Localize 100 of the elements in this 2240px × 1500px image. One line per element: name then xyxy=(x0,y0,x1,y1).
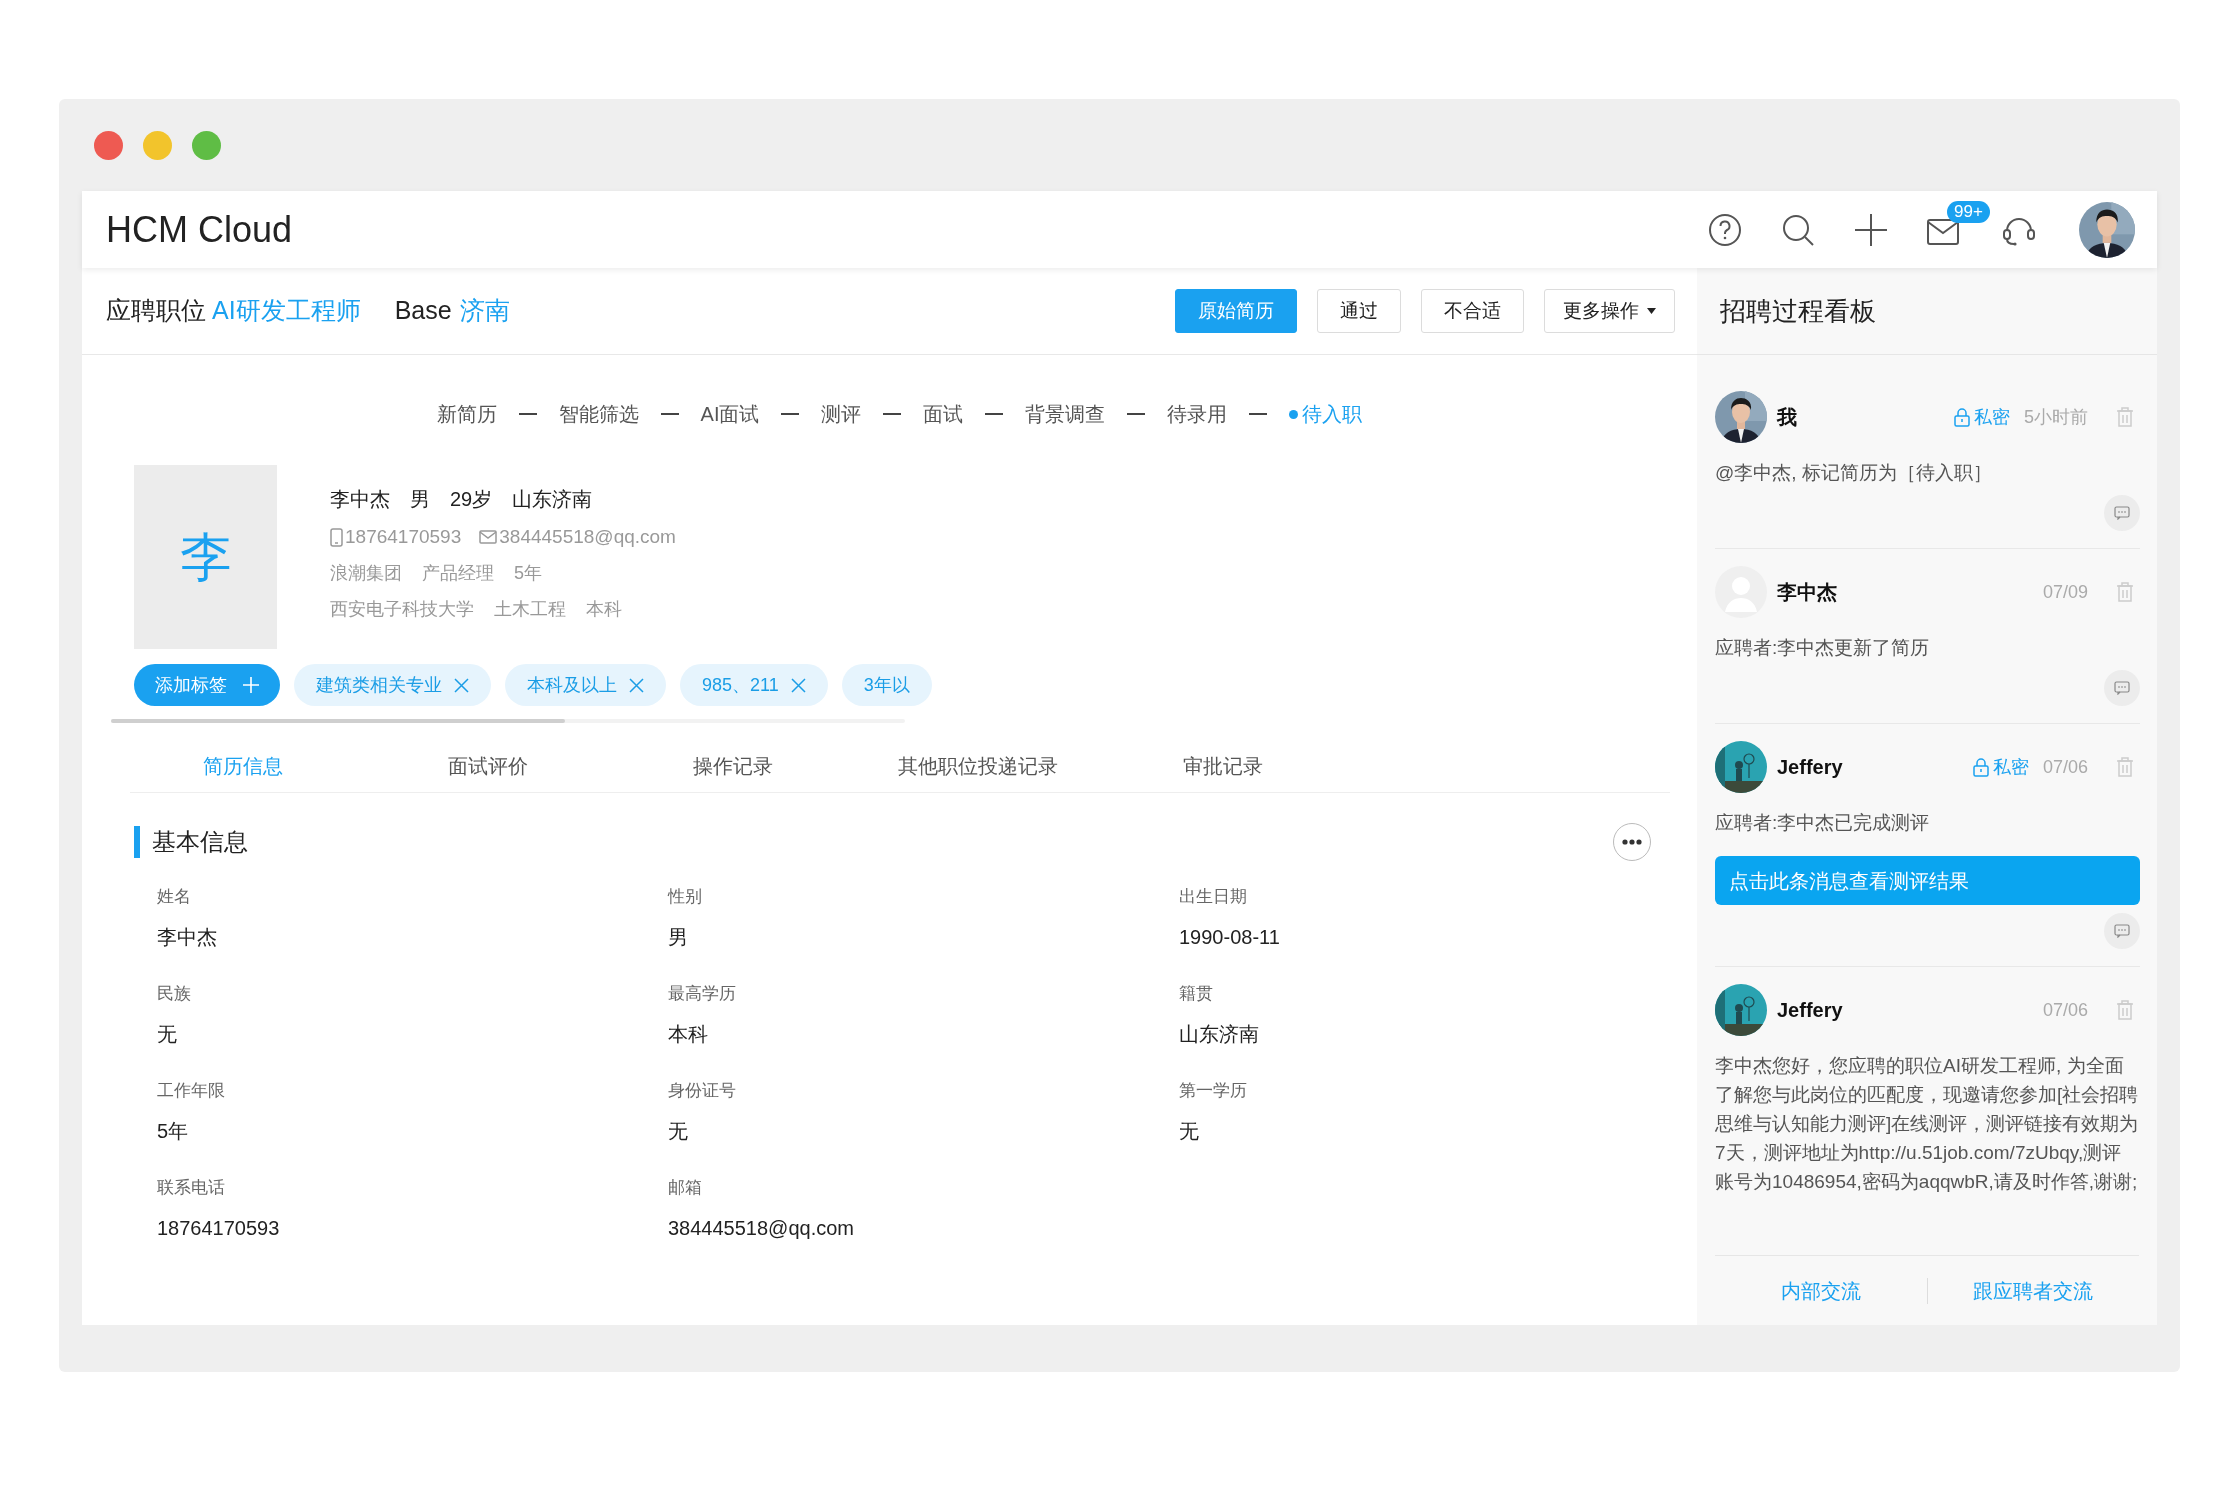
base-city: 济南 xyxy=(459,295,510,327)
dash-icon xyxy=(1127,413,1146,415)
field-label: 邮箱 xyxy=(668,1177,702,1199)
stage-step[interactable]: 测评 xyxy=(821,399,862,429)
tag-chip: 建筑类相关专业 xyxy=(294,664,491,706)
trash-icon[interactable] xyxy=(2116,1000,2134,1020)
candidate-info: 29岁 xyxy=(450,487,493,512)
stage-step[interactable]: 面试 xyxy=(923,399,964,429)
base-label: Base xyxy=(394,295,452,327)
search-icon[interactable] xyxy=(1781,212,1815,247)
comment-button[interactable] xyxy=(2104,495,2140,531)
field-value: 李中杰 xyxy=(157,925,217,950)
author-name: Jeffery xyxy=(1777,755,1843,780)
caret-icon xyxy=(1647,308,1656,314)
close-icon[interactable] xyxy=(629,677,644,693)
candidate-info: 土木工程 xyxy=(494,597,566,621)
position-label: 应聘职位 xyxy=(106,295,206,327)
field-label: 最高学历 xyxy=(668,983,736,1005)
candidate-info: 浪潮集团 xyxy=(330,561,402,585)
private-label: 私密 xyxy=(1974,405,2010,429)
message-text: 应聘者:李中杰更新了简历 xyxy=(1715,636,1931,660)
candidate-info: 5年 xyxy=(514,561,542,585)
tab[interactable]: 面试评价 xyxy=(365,750,610,781)
candidate-info: 李中杰 xyxy=(330,487,390,512)
author-name: 李中杰 xyxy=(1777,580,1837,605)
action-button[interactable]: 不合适 xyxy=(1421,289,1524,333)
dash-icon xyxy=(660,413,679,415)
section-title: 基本信息 xyxy=(152,827,248,857)
field-value: 5年 xyxy=(157,1119,189,1144)
field-value: 18764170593 xyxy=(157,1216,280,1241)
minimize-button[interactable] xyxy=(143,130,172,160)
tag-chip: 985、211 xyxy=(680,664,828,706)
stage-step[interactable]: 背景调查 xyxy=(1025,399,1106,429)
section-marker xyxy=(134,826,140,858)
field-value: 无 xyxy=(668,1119,688,1144)
field-label: 联系电话 xyxy=(157,1177,225,1199)
scrollbar-thumb[interactable] xyxy=(111,719,565,723)
candidate-info: 山东济南 xyxy=(512,487,593,512)
close-icon[interactable] xyxy=(790,677,806,693)
field-label: 籍贯 xyxy=(1179,983,1213,1005)
field-label: 身份证号 xyxy=(668,1080,736,1102)
lock-icon xyxy=(1954,407,1970,427)
tab[interactable]: 操作记录 xyxy=(610,750,855,781)
dash-icon xyxy=(883,413,902,415)
dropdown-button[interactable]: 更多操作 xyxy=(1544,289,1675,333)
close-button[interactable] xyxy=(94,130,123,160)
candidate-info: 本科 xyxy=(586,597,622,621)
field-label: 姓名 xyxy=(157,886,191,908)
timestamp: 07/06 xyxy=(2042,755,2088,779)
trash-icon[interactable] xyxy=(2116,757,2134,777)
mail-icon[interactable] xyxy=(1927,218,1959,245)
tab[interactable]: 其他职位投递记录 xyxy=(855,750,1100,781)
field-label: 性别 xyxy=(668,886,702,908)
message-text: 李中杰您好，您应聘的职位AI研发工程师, 为全面了解您与此岗位的匹配度，现邀请您参加[社会招聘思维与认知能力测评]在线测评，测评链接有效期为7天，测评地址为http://u.51job.com/7zUbqy,测评账号为10486954,密码为aqqwbR,请及时作答,谢谢; xyxy=(1715,1054,2140,1194)
comment-icon xyxy=(2114,506,2130,520)
field-value: 384445518@qq.com xyxy=(668,1216,854,1241)
field-label: 出生日期 xyxy=(1179,886,1247,908)
more-button[interactable] xyxy=(1613,823,1651,861)
tag-chip: 3年以 xyxy=(841,664,932,706)
stage-step[interactable]: 新简历 xyxy=(436,399,497,429)
help-icon[interactable] xyxy=(1708,212,1742,247)
timestamp: 07/09 xyxy=(2042,580,2088,604)
dash-icon xyxy=(1249,413,1268,415)
private-label: 私密 xyxy=(1992,755,2029,779)
comment-icon xyxy=(2114,924,2130,938)
dash-icon xyxy=(518,413,537,415)
close-icon[interactable] xyxy=(454,677,469,693)
plus-icon xyxy=(243,677,259,693)
field-label: 民族 xyxy=(157,983,191,1005)
stage-step[interactable]: AI面试 xyxy=(700,399,760,429)
notification-badge: 99+ xyxy=(1947,200,1990,223)
field-value: 山东济南 xyxy=(1179,1022,1259,1047)
dash-icon xyxy=(985,413,1004,415)
avatar-initial: 李 xyxy=(179,527,232,588)
message-text: @李中杰, 标记简历为［待入职］ xyxy=(1715,461,1993,485)
stage-step[interactable]: 智能筛选 xyxy=(558,399,639,429)
plus-icon[interactable] xyxy=(1854,212,1888,247)
candidate-info: 产品经理 xyxy=(422,561,494,585)
stage-step[interactable]: 待录用 xyxy=(1167,399,1228,429)
message-text: 应聘者:李中杰已完成测评 xyxy=(1715,811,1931,835)
zoom-button[interactable] xyxy=(192,130,221,160)
timestamp: 07/06 xyxy=(2042,998,2088,1022)
ellipsis-icon xyxy=(1622,839,1642,845)
field-label: 第一学历 xyxy=(1179,1080,1247,1102)
field-value: 1990-08-11 xyxy=(1179,925,1280,950)
candidate-info: 西安电子科技大学 xyxy=(330,597,474,621)
email-address: 384445518@qq.com xyxy=(499,524,676,549)
tag-chip: 本科及以上 xyxy=(505,664,666,706)
comment-icon xyxy=(2114,681,2130,695)
comment-button[interactable] xyxy=(2104,670,2140,706)
field-value: 本科 xyxy=(668,1022,708,1047)
trash-icon[interactable] xyxy=(2116,582,2134,602)
author-name: Jeffery xyxy=(1777,998,1843,1023)
dash-icon xyxy=(781,413,800,415)
tab[interactable]: 审批记录 xyxy=(1100,750,1345,781)
author-name: 我 xyxy=(1777,405,1797,430)
action-button[interactable]: 通过 xyxy=(1317,289,1401,333)
comment-button[interactable] xyxy=(2104,913,2140,949)
trash-icon[interactable] xyxy=(2116,407,2134,427)
candidate-info: 男 xyxy=(410,487,430,512)
